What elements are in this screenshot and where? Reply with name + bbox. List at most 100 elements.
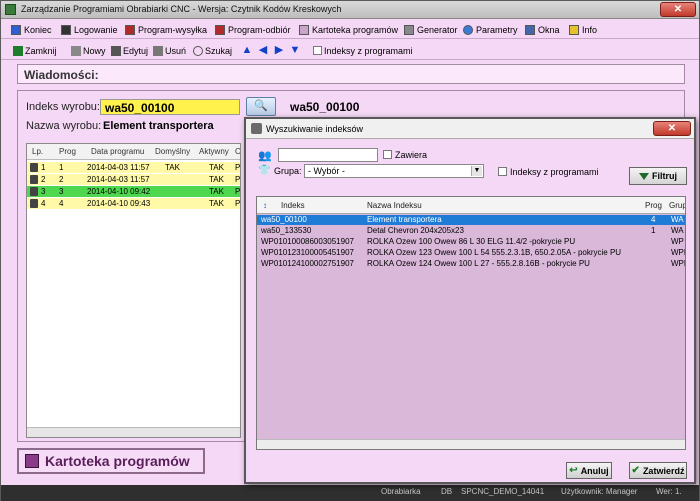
search-button[interactable]: Szukaj <box>193 44 232 57</box>
results-header: ↕ Indeks Nazwa Indeksu Prog Grup <box>257 197 685 214</box>
cell-nazwa: Detal Chevron 204x205x23 <box>367 226 464 235</box>
cell-data: 2014-04-03 11:57 <box>87 175 150 184</box>
first-record-icon[interactable]: ▲ <box>241 44 253 56</box>
cell-o: P <box>235 175 241 184</box>
grid-horizontal-scrollbar[interactable] <box>27 427 240 437</box>
zawiera-checkbox[interactable] <box>383 150 392 159</box>
trash-icon[interactable] <box>30 163 38 172</box>
previous-record-icon[interactable]: ◀ <box>257 44 269 56</box>
filter-button[interactable]: Filtruj <box>629 167 687 185</box>
check-icon: ✔ <box>631 465 640 476</box>
trash-icon[interactable] <box>30 187 38 196</box>
search-index-dialog: Wyszukiwanie indeksów ✕ 👥 Zawiera 👕 Grup… <box>244 117 696 484</box>
col-prog[interactable]: Prog <box>59 147 76 156</box>
programs-grid: Lp. Prog Data programu Domyślny Aktywny … <box>26 143 241 438</box>
window-title: Zarządzanie Programiami Obrabiarki CNC -… <box>21 4 342 14</box>
delete-button[interactable]: Usuń <box>153 44 186 57</box>
cell-indeks: WP010100086003051907 <box>261 237 354 246</box>
col-domyslny[interactable]: Domyślny <box>155 147 190 156</box>
results-horizontal-scrollbar[interactable] <box>257 439 685 449</box>
result-row-selected[interactable]: wa50_00100 Element transportera 4 WA <box>257 215 685 225</box>
menu-program-odbior[interactable]: Program-odbiór <box>215 23 291 37</box>
menu-label: Program-wysyłka <box>138 25 208 35</box>
cell-indeks: WP010123100005451907 <box>261 248 354 257</box>
col-lp[interactable]: Lp. <box>32 147 43 156</box>
funnel-icon <box>639 172 649 180</box>
table-row-selected[interactable]: 3 3 2014-04-10 09:42 TAK P <box>27 186 241 197</box>
exit-icon <box>11 25 21 35</box>
chevron-down-icon[interactable]: ▼ <box>471 166 482 176</box>
next-record-icon[interactable]: ▶ <box>273 44 285 56</box>
new-button[interactable]: Nowy <box>71 44 106 57</box>
result-row[interactable]: WP010124100002751907 ROLKA Ozew 124 Owew… <box>257 259 685 269</box>
search-label: Szukaj <box>205 45 233 56</box>
menu-koniec[interactable]: Koniec <box>11 23 52 37</box>
result-row[interactable]: wa50_133530 Detal Chevron 204x205x23 1 W… <box>257 226 685 236</box>
close-button[interactable]: Zamknij <box>13 44 57 57</box>
col-data[interactable]: Data programu <box>91 147 144 156</box>
name-value: Element transportera <box>103 120 214 132</box>
menu-info[interactable]: Info <box>569 23 597 37</box>
dialog-search-input[interactable] <box>278 148 378 162</box>
grid-header: Lp. Prog Data programu Domyślny Aktywny … <box>27 144 240 160</box>
table-row[interactable]: 1 1 2014-04-03 11:57 TAK TAK P <box>27 162 240 173</box>
col-prog[interactable]: Prog <box>645 201 662 210</box>
cell-nazwa: ROLKA Ozew 124 Owew 100 L 27 - 555.2.8.1… <box>367 259 590 268</box>
door-icon <box>13 45 23 56</box>
indexes-with-programs-toggle[interactable]: Indeksy z programami <box>313 44 413 57</box>
kartoteka-button[interactable]: Kartoteka programów <box>17 448 205 474</box>
cell-o: P <box>235 187 241 196</box>
table-row[interactable]: 2 2 2014-04-03 11:57 TAK P <box>27 174 241 185</box>
sort-icon[interactable]: ↕ <box>263 201 267 210</box>
cell-data: 2014-04-10 09:43 <box>87 199 151 208</box>
menu-kartoteka[interactable]: Kartoteka programów <box>299 23 398 37</box>
catalog-icon <box>299 25 309 35</box>
menu-generator[interactable]: Generator <box>404 23 458 37</box>
cancel-label: Anuluj <box>580 465 609 476</box>
status-db: DB <box>441 487 453 496</box>
cell-lp: 1 <box>41 163 46 172</box>
last-record-icon[interactable]: ▼ <box>289 44 301 56</box>
dialog-icon <box>251 123 262 134</box>
table-row[interactable]: 4 4 2014-04-10 09:43 TAK P <box>27 198 240 209</box>
cell-grup: WP <box>671 237 684 246</box>
cell-grup: WPF <box>671 259 685 268</box>
filter-label: Filtruj <box>652 171 677 181</box>
menu-label: Koniec <box>24 25 52 35</box>
close-window-button[interactable]: ✕ <box>660 2 696 17</box>
indexes-with-programs-checkbox[interactable] <box>498 167 507 176</box>
edit-button[interactable]: Edytuj <box>111 44 148 57</box>
col-o[interactable]: O <box>235 147 240 156</box>
col-indeks[interactable]: Indeks <box>281 201 305 210</box>
confirm-button[interactable]: ✔ Zatwierdź <box>629 462 687 479</box>
grupa-select[interactable]: - Wybór - ▼ <box>304 164 484 178</box>
trash-icon[interactable] <box>30 199 38 208</box>
menu-okna[interactable]: Okna <box>525 23 560 37</box>
col-nazwa[interactable]: Nazwa Indeksu <box>367 201 422 210</box>
cell-data: 2014-04-03 11:57 <box>87 163 150 172</box>
cell-grup: WPF <box>671 248 685 257</box>
indexes-checkbox[interactable] <box>313 46 322 55</box>
dialog-close-button[interactable]: ✕ <box>653 121 691 136</box>
result-row[interactable]: WP010100086003051907 ROLKA Ozew 100 Owew… <box>257 237 685 247</box>
upload-icon <box>125 25 135 35</box>
trash-icon[interactable] <box>30 175 38 184</box>
menu-label: Program-odbiór <box>228 25 291 35</box>
menu-bar: Koniec Logowanie Program-wysyłka Program… <box>1 20 699 39</box>
cell-indeks: wa50_133530 <box>261 226 312 235</box>
gear-icon <box>463 25 473 35</box>
menu-program-wysylka[interactable]: Program-wysyłka <box>125 23 207 37</box>
index-input[interactable]: wa50_00100 <box>100 99 240 115</box>
menu-parametry[interactable]: Parametry <box>463 23 518 37</box>
dialog-title: Wyszukiwanie indeksów <box>266 124 363 134</box>
col-grup[interactable]: Grup <box>669 201 685 210</box>
cancel-button[interactable]: ↩ Anuluj <box>566 462 612 479</box>
result-row[interactable]: WP010123100005451907 ROLKA Ozew 123 Owew… <box>257 248 685 258</box>
cell-lp: 2 <box>41 175 46 184</box>
col-aktywny[interactable]: Aktywny <box>199 147 229 156</box>
windows-icon <box>525 25 535 35</box>
menu-logowanie[interactable]: Logowanie <box>61 23 118 37</box>
index-search-button[interactable]: 🔍 <box>246 97 276 116</box>
kartoteka-label: Kartoteka programów <box>45 453 190 469</box>
indexes-with-programs-label: Indeksy z programami <box>510 167 599 177</box>
